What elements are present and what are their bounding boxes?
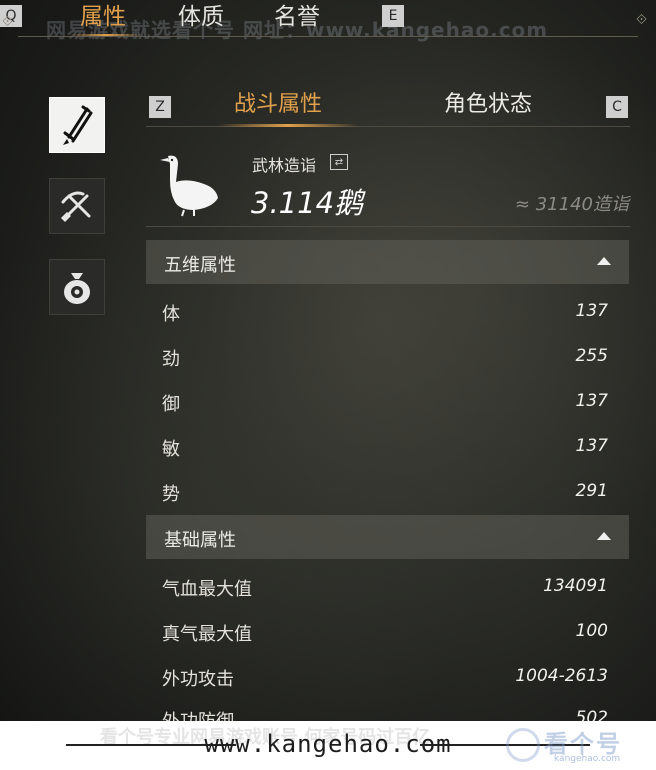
stat-value: 137 [575, 301, 608, 321]
tab-attributes[interactable]: 属性 [80, 2, 126, 32]
section-header-five-dimensions[interactable]: 五维属性 [146, 240, 629, 284]
ornament-left-icon: ⟐ [2, 14, 14, 30]
side-tab-weapon[interactable] [49, 97, 105, 153]
section-header-base-attributes[interactable]: 基础属性 [146, 515, 629, 559]
table-row: 敏 137 [146, 425, 629, 469]
section-title: 五维属性 [164, 255, 236, 276]
stat-value: 137 [575, 391, 608, 411]
money-bag-icon [64, 273, 90, 304]
stat-value: 100 [575, 621, 608, 641]
tab-reputation[interactable]: 名誉 [274, 2, 320, 32]
logo-subtitle: kangehao.com [554, 754, 621, 764]
watermark-banner: 看个号专业网易游戏账号 何家号码过百亿 www.kangehao.com 看个号… [0, 721, 656, 770]
top-tab-bar: Q ⟐ 网易游戏就选看个号 网址：www.kangehao.com 属性 体质 … [0, 0, 656, 42]
stat-label: 御 [162, 394, 180, 415]
stat-label: 劲 [162, 349, 180, 370]
table-row: 真气最大值 100 [146, 610, 629, 654]
side-tab-money[interactable] [49, 259, 105, 315]
table-row: 势 291 [146, 470, 629, 514]
rating-label: 武林造诣 [252, 156, 317, 175]
tools-shovel-pickaxe-icon [61, 191, 91, 222]
subtab-active-underline [218, 124, 358, 127]
rating-value: 3.114鹅 [251, 186, 364, 220]
collapse-caret-icon [597, 532, 611, 540]
stat-label: 体 [162, 304, 180, 325]
table-row: 气血最大值 134091 [146, 565, 629, 609]
stat-value: 134091 [543, 576, 608, 596]
watermark-logo: 看个号 kangehao.com [500, 724, 650, 768]
section-title: 基础属性 [164, 530, 236, 551]
tab-character-status[interactable]: 角色状态 [444, 88, 532, 122]
collapse-caret-icon [597, 257, 611, 265]
tab-constitution[interactable]: 体质 [178, 2, 224, 32]
top-divider [18, 36, 638, 37]
weapon-sword-icon [63, 105, 93, 145]
key-z-badge[interactable]: Z [149, 96, 171, 118]
table-row: 体 137 [146, 290, 629, 334]
stat-label: 敏 [162, 439, 180, 460]
logo-shield-icon [506, 728, 540, 762]
table-row: 御 137 [146, 380, 629, 424]
tab-combat-attributes[interactable]: 战斗属性 [234, 88, 322, 122]
stat-value: 1004-2613 [515, 666, 608, 686]
goose-icon [160, 155, 218, 217]
swap-arrows-icon[interactable]: ⇄ [330, 154, 348, 170]
table-row: 外功攻击 1004-2613 [146, 655, 629, 699]
table-row: 劲 255 [146, 335, 629, 379]
stat-label: 气血最大值 [162, 579, 252, 600]
key-e-badge[interactable]: E [382, 5, 404, 27]
ornament-right-icon: ⟐ [636, 12, 648, 28]
stat-value: 255 [575, 346, 608, 366]
stat-label: 真气最大值 [162, 624, 252, 645]
stat-label: 外功攻击 [162, 669, 234, 690]
stat-value: 291 [575, 481, 608, 501]
rating-approx: ≈ 31140造诣 [514, 194, 629, 215]
side-tab-tools[interactable] [49, 178, 105, 234]
key-c-badge[interactable]: C [606, 96, 628, 118]
rating-divider [146, 226, 630, 227]
stat-label: 势 [162, 484, 180, 505]
stat-value: 137 [575, 436, 608, 456]
